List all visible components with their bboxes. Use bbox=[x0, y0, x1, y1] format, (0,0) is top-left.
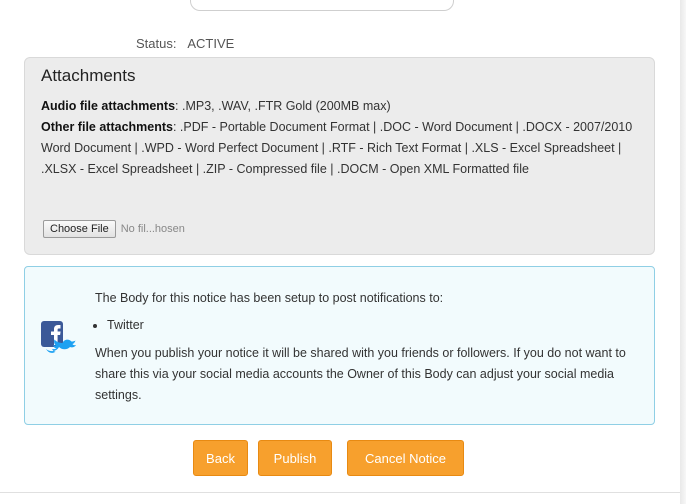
previous-field-edge[interactable] bbox=[190, 0, 454, 11]
right-edge-shadow bbox=[680, 0, 686, 504]
audio-attachments-info: Audio file attachments: .MP3, .WAV, .FTR… bbox=[41, 96, 638, 117]
facebook-twitter-icon bbox=[39, 317, 79, 365]
social-platform-item: Twitter bbox=[107, 318, 144, 332]
bottom-divider bbox=[0, 492, 686, 493]
other-attachments-label: Other file attachments bbox=[41, 120, 173, 134]
back-button[interactable]: Back bbox=[193, 440, 248, 476]
social-platform-list: Twitter bbox=[95, 318, 144, 332]
social-description-text: When you publish your notice it will be … bbox=[95, 346, 626, 402]
file-input: Choose File No fil...hosen bbox=[43, 220, 185, 238]
choose-file-button[interactable]: Choose File bbox=[43, 220, 116, 238]
no-file-chosen-text: No fil...hosen bbox=[120, 223, 185, 235]
social-intro-text: The Body for this notice has been setup … bbox=[95, 291, 444, 305]
notice-page: Status: ACTIVE Attachments Audio file at… bbox=[0, 0, 686, 504]
social-media-notice: The Body for this notice has been setup … bbox=[24, 266, 655, 425]
other-attachments-info: Other file attachments: .PDF - Portable … bbox=[41, 117, 638, 180]
status-row: Status: ACTIVE bbox=[136, 36, 234, 51]
attachments-panel: Attachments Audio file attachments: .MP3… bbox=[24, 57, 655, 255]
attachments-title: Attachments bbox=[41, 66, 136, 85]
audio-attachments-label: Audio file attachments bbox=[41, 99, 176, 113]
cancel-notice-button[interactable]: Cancel Notice bbox=[347, 440, 464, 476]
status-label: Status: bbox=[136, 36, 177, 51]
action-buttons: Back Publish Cancel Notice bbox=[0, 440, 686, 476]
publish-button[interactable]: Publish bbox=[258, 440, 332, 476]
status-value: ACTIVE bbox=[187, 36, 235, 51]
audio-attachments-formats: : .MP3, .WAV, .FTR Gold (200MB max) bbox=[175, 99, 391, 113]
